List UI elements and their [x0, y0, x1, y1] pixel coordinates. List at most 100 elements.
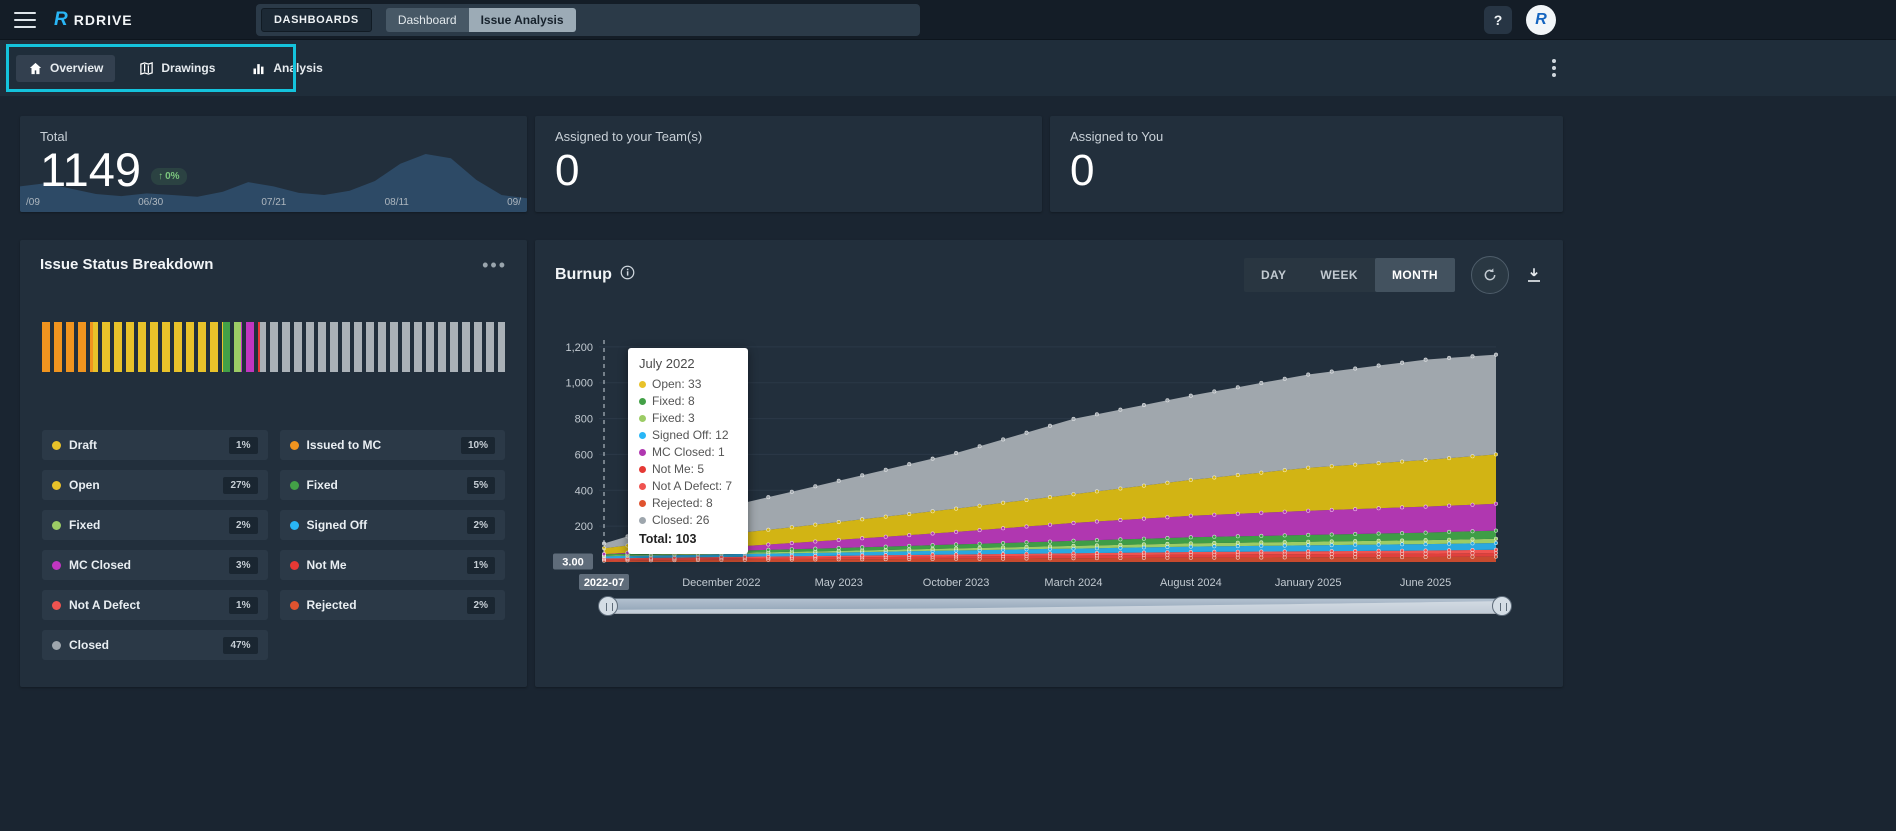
legend-label: Draft — [69, 438, 98, 452]
dashboards-panel: DASHBOARDS Dashboard Issue Analysis — [256, 4, 920, 36]
legend-item[interactable]: Fixed 5% — [279, 470, 505, 500]
tooltip-row: Closed: 26 — [639, 512, 737, 529]
nav-drawings[interactable]: Drawings — [127, 55, 227, 82]
tooltip-series-dot — [639, 398, 646, 405]
arrow-up-icon: ↑ — [158, 171, 164, 182]
tooltip-series-dot — [639, 483, 646, 490]
legend-percent-badge: 1% — [229, 436, 258, 454]
legend-label: Closed — [69, 638, 110, 652]
status-bar-segment — [259, 322, 505, 372]
svg-text:3.00: 3.00 — [562, 556, 583, 568]
svg-text:400: 400 — [575, 485, 593, 497]
status-bar-segment — [231, 322, 242, 372]
panels-row: Issue Status Breakdown ••• Draft 1% Issued… — [20, 240, 1896, 687]
chart-tooltip: July 2022 Open: 33 Fixed: 8 Fixed: 3 Signed … — [628, 348, 748, 554]
legend-item[interactable]: Fixed 2% — [42, 510, 268, 540]
nav-drawings-label: Drawings — [161, 61, 216, 75]
tooltip-row: Rejected: 8 — [639, 495, 737, 512]
spark-label: 09/ — [507, 197, 521, 208]
more-options-icon[interactable] — [1546, 57, 1562, 79]
legend-color-dot — [52, 520, 61, 530]
legend-color-dot — [52, 560, 61, 570]
tooltip-series-dot — [639, 432, 646, 439]
legend-item[interactable]: Signed Off 2% — [279, 510, 505, 540]
svg-text:March 2024: March 2024 — [1044, 577, 1102, 589]
legend-item[interactable]: Rejected 2% — [279, 590, 505, 620]
tooltip-row: Not A Defect: 7 — [639, 478, 737, 495]
legend-label: Not Me — [306, 558, 347, 572]
kpi-you-value: 0 — [1070, 146, 1095, 195]
status-bar-segment — [92, 322, 223, 372]
kpi-row: Total 1149 ↑ 0% /09 06/30 07/21 08/11 09… — [20, 116, 1896, 212]
view-switcher-nav: Overview Drawings Analysis — [0, 40, 1896, 96]
kpi-team-value: 0 — [555, 146, 580, 195]
spark-label: 06/30 — [138, 197, 164, 208]
kpi-team-title: Assigned to your Team(s) — [555, 129, 703, 144]
tab-issue-analysis[interactable]: Issue Analysis — [468, 8, 576, 32]
tooltip-series-dot — [639, 517, 646, 524]
svg-text:December 2022: December 2022 — [682, 577, 760, 589]
issue-status-panel: Issue Status Breakdown ••• Draft 1% Issued… — [20, 240, 527, 687]
hamburger-menu-icon[interactable] — [14, 11, 36, 28]
spark-label: /09 — [26, 197, 40, 208]
tooltip-row: MC Closed: 1 — [639, 444, 737, 461]
legend-percent-badge: 1% — [229, 596, 258, 614]
legend-item[interactable]: Not A Defect 1% — [42, 590, 268, 620]
nav-overview[interactable]: Overview — [16, 54, 116, 82]
status-bar-segment — [222, 322, 232, 372]
brand-logo[interactable]: R RDRIVE — [54, 9, 133, 31]
tooltip-series-dot — [639, 381, 646, 388]
legend-item[interactable]: Issued to MC 10% — [279, 430, 505, 460]
tab-dashboard[interactable]: Dashboard — [385, 8, 469, 32]
legend-percent-badge: 2% — [466, 596, 495, 614]
legend-item[interactable]: Draft 1% — [42, 430, 268, 460]
range-week-button[interactable]: WEEK — [1303, 258, 1375, 292]
tooltip-row: Fixed: 3 — [639, 410, 737, 427]
legend-color-dot — [289, 520, 299, 530]
range-day-button[interactable]: DAY — [1244, 258, 1303, 292]
avatar[interactable]: R — [1526, 5, 1556, 35]
legend-item[interactable]: Open 27% — [42, 470, 268, 500]
legend-label: Fixed — [306, 478, 338, 492]
burnup-panel: Burnup DAY WEEK MONTH 1,200 1,000 800 60… — [535, 240, 1563, 687]
kpi-you-title: Assigned to You — [1070, 129, 1164, 144]
spark-label: 07/21 — [261, 197, 287, 208]
chart-range-slider[interactable] — [598, 596, 1512, 616]
legend-label: Open — [69, 478, 100, 492]
svg-text:June 2025: June 2025 — [1400, 577, 1451, 589]
legend-item[interactable]: Closed 47% — [42, 630, 268, 660]
legend-percent-badge: 47% — [223, 636, 258, 654]
legend-item[interactable]: Not Me 1% — [279, 550, 505, 580]
status-stacked-bar — [42, 322, 505, 372]
refresh-button[interactable] — [1471, 256, 1509, 294]
svg-text:2022-07: 2022-07 — [584, 577, 624, 589]
topbar-right: ? R — [1484, 0, 1556, 40]
slider-left-handle[interactable] — [598, 596, 618, 616]
legend-color-dot — [52, 480, 61, 490]
dashboard-content: Total 1149 ↑ 0% /09 06/30 07/21 08/11 09… — [0, 116, 1896, 687]
legend-color-dot — [52, 440, 61, 450]
legend-percent-badge: 2% — [466, 516, 495, 534]
kpi-total-value: 1149 ↑ 0% — [40, 142, 187, 197]
legend-percent-badge: 27% — [223, 476, 258, 494]
download-button[interactable] — [1525, 266, 1543, 284]
nav-analysis[interactable]: Analysis — [239, 55, 334, 82]
svg-text:1,200: 1,200 — [565, 342, 593, 354]
spark-label: 08/11 — [384, 197, 409, 208]
slider-right-handle[interactable] — [1492, 596, 1512, 616]
info-icon[interactable] — [620, 265, 635, 285]
range-month-button[interactable]: MONTH — [1375, 258, 1455, 292]
legend-label: MC Closed — [69, 558, 132, 572]
dashboard-tabs: Dashboard Issue Analysis — [385, 8, 576, 32]
svg-text:January 2025: January 2025 — [1275, 577, 1342, 589]
range-toggle-group: DAY WEEK MONTH — [1243, 258, 1455, 292]
dashboards-label: DASHBOARDS — [261, 8, 372, 32]
svg-text:1,000: 1,000 — [565, 378, 593, 390]
legend-item[interactable]: MC Closed 3% — [42, 550, 268, 580]
legend-percent-badge: 10% — [460, 436, 495, 454]
legend-percent-badge: 1% — [466, 556, 495, 574]
help-button[interactable]: ? — [1484, 6, 1512, 34]
panel-menu-icon[interactable]: ••• — [482, 256, 507, 274]
tooltip-total: Total: 103 — [639, 532, 697, 546]
tooltip-series-dot — [639, 415, 646, 422]
